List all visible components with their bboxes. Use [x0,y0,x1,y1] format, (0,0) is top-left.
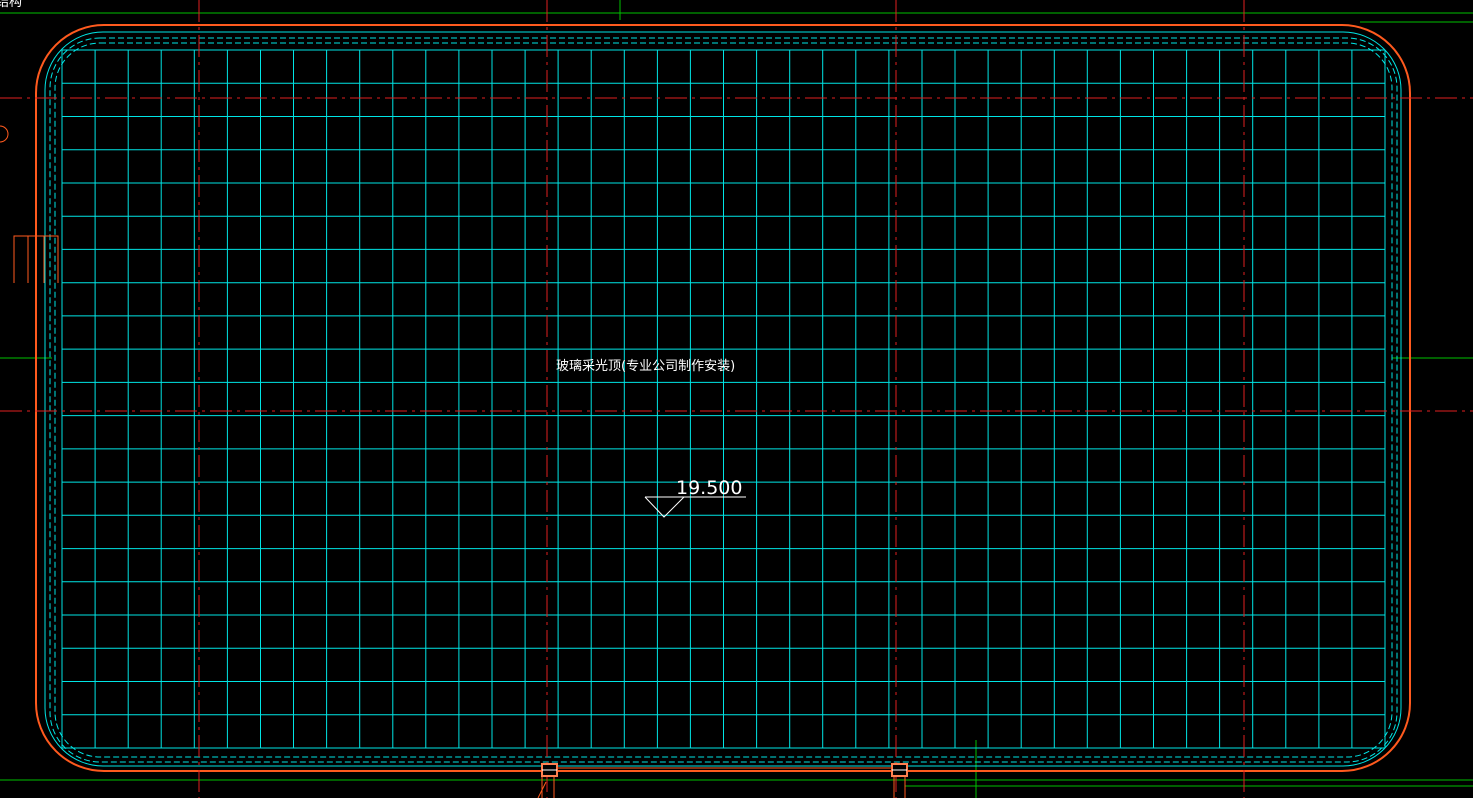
elevation-value[interactable]: 19.500 [676,477,742,499]
skylight-note-label[interactable]: 玻璃采光顶(专业公司制作安装) [556,359,735,374]
corner-label: 结构 [0,0,22,10]
cad-drawing-canvas[interactable]: 结构 玻璃采光顶(专业公司制作安装) 19.500 [0,0,1473,798]
background [0,0,1473,798]
skylight-grid [61,49,1386,749]
